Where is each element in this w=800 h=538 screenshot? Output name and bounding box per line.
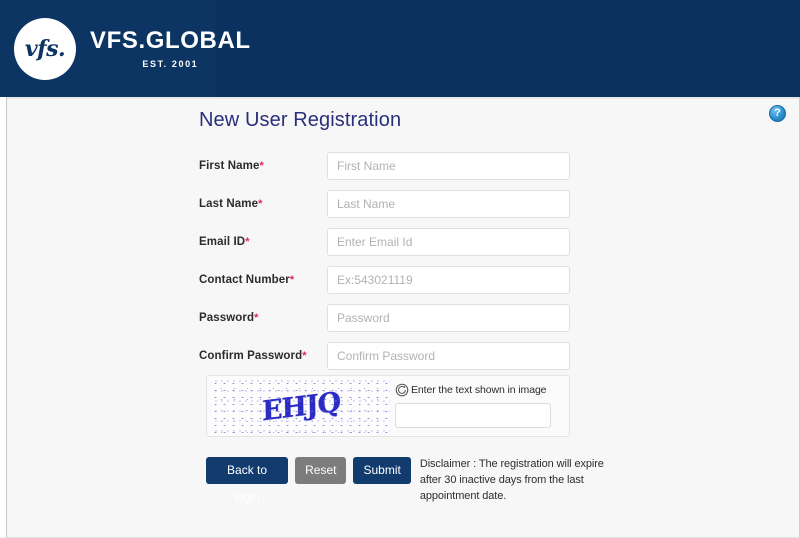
- logo-mark-text: vfs.: [24, 35, 66, 62]
- form-row-contact-number: Contact Number*: [199, 261, 619, 299]
- help-icon[interactable]: ?: [769, 105, 786, 122]
- brand-name: VFS.GLOBAL: [90, 27, 251, 55]
- site-header: vfs. VFS.GLOBAL EST. 2001: [0, 0, 800, 97]
- label-last-name: Last Name*: [199, 198, 327, 210]
- registration-form: First Name* Last Name* Email ID* Contact…: [199, 147, 619, 375]
- captcha-entry-block: Enter the text shown in image: [395, 381, 565, 428]
- required-marker: *: [259, 160, 264, 172]
- form-row-last-name: Last Name*: [199, 185, 619, 223]
- label-password: Password*: [199, 312, 327, 324]
- label-confirm-password-text: Confirm Password: [199, 350, 303, 362]
- form-row-password: Password*: [199, 299, 619, 337]
- page-root: vfs. VFS.GLOBAL EST. 2001 ? New User Reg…: [0, 0, 800, 538]
- label-email-id-text: Email ID: [199, 236, 246, 248]
- label-last-name-text: Last Name: [199, 198, 259, 210]
- first-name-input[interactable]: [327, 152, 570, 180]
- label-contact-number-text: Contact Number: [199, 274, 290, 286]
- form-row-email-id: Email ID*: [199, 223, 619, 261]
- last-name-input[interactable]: [327, 190, 570, 218]
- label-contact-number: Contact Number*: [199, 274, 327, 286]
- required-marker: *: [254, 312, 259, 324]
- required-marker: *: [302, 350, 307, 362]
- captcha-input[interactable]: [395, 403, 551, 428]
- disclaimer-text: Disclaimer : The registration will expir…: [419, 458, 604, 502]
- label-email-id: Email ID*: [199, 236, 327, 248]
- submit-button[interactable]: Submit: [353, 457, 411, 484]
- label-first-name-text: First Name: [199, 160, 260, 172]
- captcha-hint-text: Enter the text shown in image: [411, 383, 547, 396]
- form-row-confirm-password: Confirm Password*: [199, 337, 619, 375]
- captcha-hint-row: Enter the text shown in image: [395, 381, 565, 398]
- form-row-first-name: First Name*: [199, 147, 619, 185]
- captcha-panel: EHJQ Enter the text shown in image: [206, 375, 570, 437]
- reset-button[interactable]: Reset: [295, 457, 347, 484]
- required-marker: *: [245, 236, 250, 248]
- password-input[interactable]: [327, 304, 570, 332]
- required-marker: *: [258, 198, 263, 210]
- action-row: Back to login Reset Submit Disclaimer : …: [206, 457, 626, 505]
- refresh-icon[interactable]: [395, 383, 409, 397]
- confirm-password-input[interactable]: [327, 342, 570, 370]
- captcha-image: EHJQ: [211, 380, 390, 434]
- content-panel: ? New User Registration First Name* Last…: [0, 97, 800, 538]
- brand-block: vfs. VFS.GLOBAL EST. 2001: [0, 0, 250, 97]
- email-id-input[interactable]: [327, 228, 570, 256]
- contact-number-input[interactable]: [327, 266, 570, 294]
- required-marker: *: [289, 274, 295, 286]
- captcha-noise-overlay: [211, 380, 390, 434]
- vfs-logo-icon: vfs.: [14, 17, 76, 80]
- label-confirm-password: Confirm Password*: [199, 350, 327, 362]
- label-first-name: First Name*: [199, 160, 327, 172]
- page-title: New User Registration: [199, 109, 402, 131]
- brand-text-block: VFS.GLOBAL EST. 2001: [90, 28, 251, 68]
- brand-tagline: EST. 2001: [142, 58, 199, 69]
- label-password-text: Password: [199, 312, 255, 324]
- content-top-divider: [7, 97, 799, 99]
- back-to-login-button[interactable]: Back to login: [206, 457, 289, 504]
